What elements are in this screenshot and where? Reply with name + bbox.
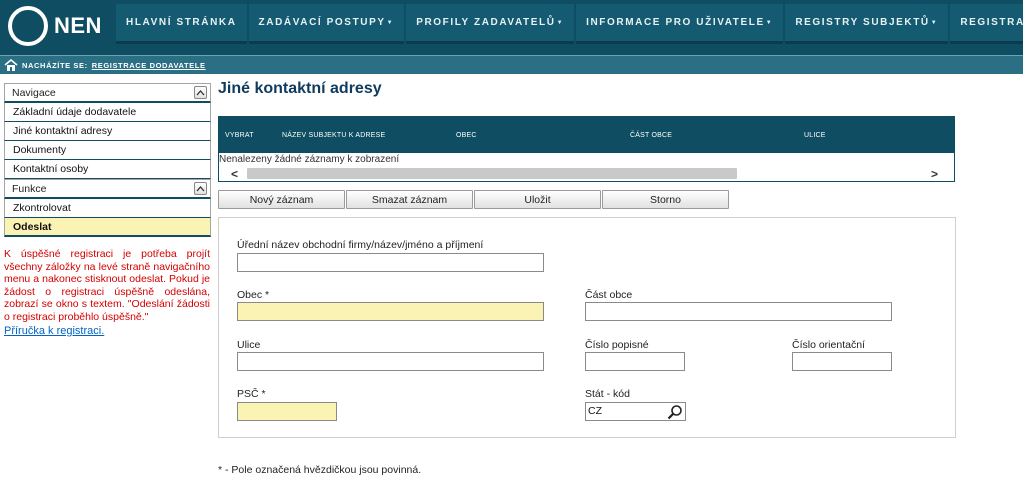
official-name-label: Úřední název obchodní firmy/název/jméno … — [237, 239, 484, 251]
nav-item-user-info[interactable]: INFORMACE PRO UŽIVATELE ▼ — [576, 4, 784, 44]
official-name-input[interactable] — [237, 253, 544, 272]
breadcrumb-link[interactable]: REGISTRACE DODAVATELE — [92, 61, 206, 70]
nav-item-profiles[interactable]: PROFILY ZADAVATELŮ ▼ — [406, 4, 575, 44]
horizontal-scrollbar[interactable]: < > — [219, 167, 954, 181]
nav-item-label: PROFILY ZADAVATELŮ — [416, 17, 556, 28]
sidebar-item-contact-persons[interactable]: Kontaktní osoby — [4, 160, 211, 179]
nav-item-label: REGISTRACE — [960, 17, 1023, 28]
collapse-icon[interactable] — [194, 182, 207, 195]
nav-item-registries[interactable]: REGISTRY SUBJEKTŮ ▼ — [785, 4, 949, 44]
sidebar-item-other-addresses[interactable]: Jiné kontaktní adresy — [4, 122, 211, 141]
sidebar-section-navigation: Navigace — [4, 83, 211, 103]
sidebar-item-label: Odeslat — [13, 220, 52, 233]
city-label: Obec * — [237, 289, 270, 301]
scroll-right-icon[interactable]: > — [931, 167, 938, 181]
delete-record-button[interactable]: Smazat záznam — [346, 190, 473, 209]
sidebar-item-label: Dokumenty — [13, 144, 67, 156]
search-icon[interactable] — [667, 404, 683, 420]
breadcrumb-label: NACHÁZÍTE SE: — [22, 60, 88, 70]
addresses-grid: VYBRAT NÁZEV SUBJEKTU K ADRESE OBEC ČÁST… — [218, 116, 955, 182]
sidebar-item-label: Jiné kontaktní adresy — [13, 125, 113, 137]
street-label: Ulice — [237, 339, 261, 351]
required-fields-note: * - Pole označená hvězdičkou jsou povinn… — [218, 464, 422, 476]
nav-item-label: ZADÁVACÍ POSTUPY — [258, 17, 386, 28]
save-button[interactable]: Uložit — [474, 190, 601, 209]
orientation-number-label: Číslo orientační — [792, 339, 865, 351]
sidebar-item-check[interactable]: Zkontrolovat — [4, 199, 211, 218]
sidebar-item-basic-info[interactable]: Základní údaje dodavatele — [4, 103, 211, 122]
nav-item-label: INFORMACE PRO UŽIVATELE — [586, 17, 765, 28]
dropdown-caret-icon: ▼ — [930, 19, 939, 26]
action-buttons: Nový záznam Smazat záznam Uložit Storno — [218, 190, 730, 209]
sidebar-item-documents[interactable]: Dokumenty — [4, 141, 211, 160]
nav-item-home[interactable]: HLAVNÍ STRÁNKA — [116, 4, 247, 44]
grid-empty-message: Nenalezeny žádné záznamy k zobrazení — [219, 154, 400, 165]
registration-help-text: K úspěšné registraci je potřeba projít v… — [4, 248, 210, 323]
country-code-label: Stát - kód — [585, 388, 630, 400]
dropdown-caret-icon: ▼ — [386, 19, 395, 26]
address-form: Úřední název obchodní firmy/název/jméno … — [218, 217, 956, 438]
house-number-label: Číslo popisné — [585, 339, 649, 351]
page-title: Jiné kontaktní adresy — [218, 80, 382, 97]
column-header-city-part[interactable]: ČÁST OBCE — [630, 132, 672, 139]
column-header-subject-name[interactable]: NÁZEV SUBJEKTU K ADRESE — [282, 132, 385, 139]
sidebar-item-label: Základní údaje dodavatele — [13, 106, 137, 118]
nav-item-registration[interactable]: REGISTRACE▼ — [950, 4, 1023, 44]
scroll-left-icon[interactable]: < — [231, 167, 238, 181]
city-input[interactable] — [237, 302, 544, 321]
new-record-button[interactable]: Nový záznam — [218, 190, 345, 209]
city-part-input[interactable] — [585, 302, 892, 321]
section-title: Navigace — [12, 86, 56, 99]
column-header-city[interactable]: OBEC — [456, 132, 477, 139]
nav-item-label: REGISTRY SUBJEKTŮ — [795, 17, 930, 28]
house-number-input[interactable] — [585, 352, 685, 371]
nen-logo[interactable]: NEN — [8, 6, 118, 46]
registration-guide-link[interactable]: Příručka k registraci. — [4, 325, 211, 337]
country-code-input[interactable]: CZ — [585, 402, 686, 421]
dropdown-caret-icon: ▼ — [765, 19, 774, 26]
nav-item-procurement[interactable]: ZADÁVACÍ POSTUPY ▼ — [248, 4, 405, 44]
breadcrumb: NACHÁZÍTE SE: REGISTRACE DODAVATELE — [0, 55, 1023, 74]
street-input[interactable] — [237, 352, 544, 371]
zip-label: PSČ * — [237, 388, 266, 400]
sidebar-section-functions: Funkce — [4, 179, 211, 199]
sidebar-item-label: Zkontrolovat — [13, 202, 71, 214]
main-nav: HLAVNÍ STRÁNKA ZADÁVACÍ POSTUPY ▼ PROFILY… — [116, 4, 1023, 44]
column-header-street[interactable]: ULICE — [804, 132, 826, 139]
top-header: NEN HLAVNÍ STRÁNKA ZADÁVACÍ POSTUPY ▼ PRO… — [0, 0, 1023, 55]
grid-header: VYBRAT NÁZEV SUBJEKTU K ADRESE OBEC ČÁST… — [219, 117, 954, 153]
scrollbar-thumb[interactable] — [247, 168, 737, 179]
orientation-number-input[interactable] — [792, 352, 892, 371]
logo-circle-icon — [8, 6, 48, 46]
collapse-icon[interactable] — [194, 86, 207, 99]
sidebar-item-label: Kontaktní osoby — [13, 163, 89, 175]
logo-text: NEN — [54, 13, 102, 38]
column-header-select[interactable]: VYBRAT — [225, 132, 254, 139]
nav-item-label: HLAVNÍ STRÁNKA — [126, 17, 237, 28]
city-part-label: Část obce — [585, 289, 633, 301]
section-title: Funkce — [12, 182, 47, 195]
cancel-button[interactable]: Storno — [602, 190, 729, 209]
sidebar-item-submit[interactable]: Odeslat — [4, 218, 211, 237]
home-icon[interactable] — [4, 59, 18, 71]
zip-input[interactable] — [237, 402, 337, 421]
country-code-value: CZ — [588, 405, 602, 417]
sidebar: Navigace Základní údaje dodavatele Jiné … — [4, 83, 211, 337]
dropdown-caret-icon: ▼ — [556, 19, 565, 26]
